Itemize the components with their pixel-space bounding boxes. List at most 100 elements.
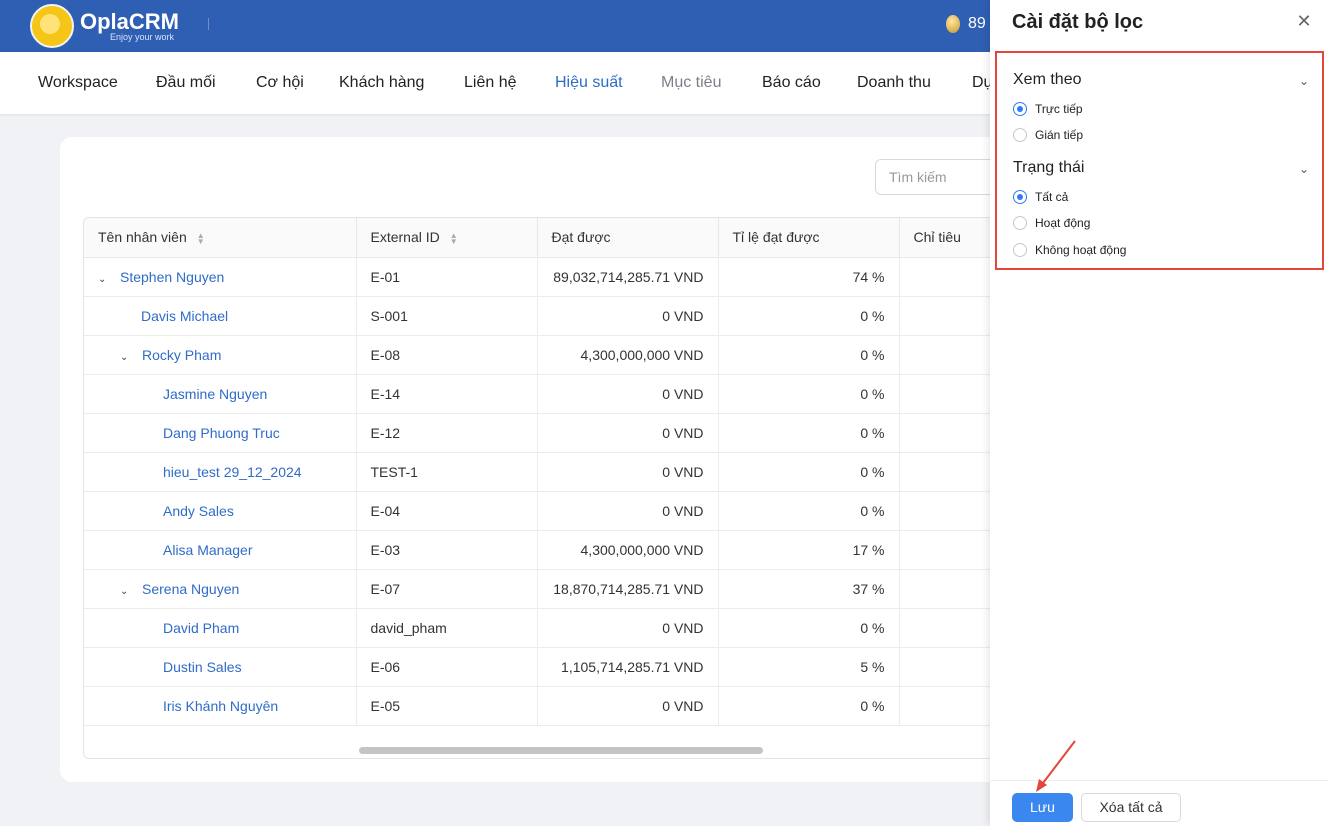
nav-item-revenue[interactable]: Doanh thu — [857, 74, 931, 92]
sort-icon[interactable]: ▲ ▼ — [450, 231, 458, 245]
col-header-rate: Tỉ lệ đạt được — [718, 218, 900, 258]
rate-cell: 0 % — [718, 335, 900, 375]
employee-cell: Dustin Sales — [84, 647, 357, 687]
employee-link[interactable]: Alisa Manager — [163, 542, 253, 558]
horizontal-scrollbar[interactable] — [359, 747, 763, 754]
brand-tagline: Enjoy your work — [110, 32, 175, 42]
sort-icon[interactable]: ▲ ▼ — [197, 231, 205, 245]
table-row: Jasmine Nguyen E-14 0 VND 0 % — [84, 374, 1002, 414]
rate-cell: 0 % — [718, 374, 900, 414]
table-header-row: Tên nhân viên ▲ ▼ External ID ▲ ▼ Đạt được T… — [84, 218, 1002, 258]
rate-cell: 0 % — [718, 491, 900, 531]
rate-cell: 17 % — [718, 530, 900, 570]
col-header-label: Tên nhân viên — [98, 229, 187, 246]
radio-empty-icon — [1013, 216, 1027, 230]
achieved-cell: 4,300,000,000 VND — [537, 530, 719, 570]
employee-cell: Iris Khánh Nguyên — [84, 686, 357, 726]
rate-cell: 0 % — [718, 608, 900, 648]
col-header-label: External ID — [370, 229, 440, 246]
section-view-by-title[interactable]: Xem theo — [1013, 71, 1081, 89]
coin-count: 89 — [968, 15, 986, 32]
employee-link[interactable]: Dang Phuong Truc — [163, 425, 280, 441]
table-row: Iris Khánh Nguyên E-05 0 VND 0 % — [84, 686, 1002, 726]
nav-item-leads[interactable]: Đầu mối — [156, 74, 216, 92]
external-id-cell: E-04 — [356, 491, 538, 531]
achieved-cell: 0 VND — [537, 296, 719, 336]
radio-label: Tất cả — [1035, 190, 1069, 204]
employee-link[interactable]: David Pham — [163, 620, 239, 636]
table-row: ⌄ Serena Nguyen E-07 18,870,714,285.71 VN… — [84, 569, 1002, 609]
external-id-cell: E-14 — [356, 374, 538, 414]
employee-cell: David Pham — [84, 608, 357, 648]
close-icon[interactable]: ✕ — [1296, 12, 1312, 30]
employee-link[interactable]: Stephen Nguyen — [120, 269, 224, 285]
col-header-employee[interactable]: Tên nhân viên ▲ ▼ — [84, 218, 357, 258]
chevron-down-icon[interactable]: ⌄ — [98, 274, 110, 285]
section-status-title[interactable]: Trạng thái — [1013, 159, 1084, 177]
table-row: Davis Michael S-001 0 VND 0 % — [84, 296, 1002, 336]
coin-balance[interactable]: 89 — [946, 15, 986, 33]
save-button[interactable]: Lưu — [1012, 793, 1073, 822]
table-row: ⌄ Stephen Nguyen E-01 89,032,714,285.71 V… — [84, 257, 1002, 297]
employee-link[interactable]: Andy Sales — [163, 503, 234, 519]
performance-card: Tìm kiếm Tên nhân viên ▲ ▼ External ID ▲ ▼ Đ… — [60, 137, 1020, 782]
rate-cell: 0 % — [718, 296, 900, 336]
external-id-cell: E-03 — [356, 530, 538, 570]
nav-item-contacts[interactable]: Liên hệ — [464, 74, 517, 92]
nav-item-customers[interactable]: Khách hàng — [339, 74, 424, 92]
achieved-cell: 0 VND — [537, 374, 719, 414]
chevron-down-icon[interactable]: ⌄ — [120, 586, 132, 597]
col-header-external-id[interactable]: External ID ▲ ▼ — [356, 218, 538, 258]
nav-item-opportunities[interactable]: Cơ hội — [256, 74, 304, 92]
achieved-cell: 0 VND — [537, 491, 719, 531]
target-cell — [899, 413, 1002, 453]
target-cell — [899, 491, 1002, 531]
chevron-down-icon[interactable]: ⌄ — [120, 352, 132, 363]
employee-link[interactable]: Rocky Pham — [142, 347, 221, 363]
target-cell — [899, 296, 1002, 336]
employee-cell: ⌄ Stephen Nguyen — [84, 257, 357, 297]
target-cell — [899, 686, 1002, 726]
target-cell — [899, 374, 1002, 414]
nav-item-reports[interactable]: Báo cáo — [762, 74, 821, 92]
employee-cell: Alisa Manager — [84, 530, 357, 570]
nav-item-performance[interactable]: Hiệu suất — [555, 74, 623, 92]
brand-logo[interactable]: OplaCRM Enjoy your work — [30, 4, 179, 48]
radio-all[interactable]: Tất cả — [1013, 190, 1068, 204]
coin-icon — [946, 15, 960, 33]
clear-all-button[interactable]: Xóa tất cả — [1081, 793, 1181, 822]
radio-label: Gián tiếp — [1035, 128, 1084, 142]
target-cell: 120,000,000 — [899, 257, 1002, 297]
target-cell — [899, 608, 1002, 648]
achieved-cell: 18,870,714,285.71 VND — [537, 569, 719, 609]
table-row: Dustin Sales E-06 1,105,714,285.71 VND 5… — [84, 647, 1002, 687]
nav-item-workspace[interactable]: Workspace — [38, 74, 118, 92]
employee-cell: ⌄ Rocky Pham — [84, 335, 357, 375]
external-id-cell: E-07 — [356, 569, 538, 609]
logo-icon — [30, 4, 74, 48]
radio-direct[interactable]: Trực tiếp — [1013, 102, 1083, 116]
radio-active[interactable]: Hoạt động — [1013, 216, 1090, 230]
target-cell: 20,000,000 — [899, 647, 1002, 687]
employee-link[interactable]: hieu_test 29_12_2024 — [163, 464, 302, 480]
col-header-target: Chỉ tiêu — [899, 218, 1002, 258]
chevron-down-icon[interactable]: ⌄ — [1299, 162, 1309, 176]
nav-item-goals[interactable]: Mục tiêu — [661, 74, 721, 92]
achieved-cell: 0 VND — [537, 686, 719, 726]
performance-table: Tên nhân viên ▲ ▼ External ID ▲ ▼ Đạt được T… — [83, 217, 1003, 759]
employee-cell: Dang Phuong Truc — [84, 413, 357, 453]
radio-indirect[interactable]: Gián tiếp — [1013, 128, 1083, 142]
employee-link[interactable]: Iris Khánh Nguyên — [163, 698, 278, 714]
employee-link[interactable]: Jasmine Nguyen — [163, 386, 267, 402]
employee-link[interactable]: Serena Nguyen — [142, 581, 239, 597]
external-id-cell: E-08 — [356, 335, 538, 375]
radio-selected-icon — [1013, 190, 1027, 204]
achieved-cell: 0 VND — [537, 608, 719, 648]
employee-link[interactable]: Davis Michael — [141, 308, 228, 324]
employee-link[interactable]: Dustin Sales — [163, 659, 242, 675]
chevron-down-icon[interactable]: ⌄ — [1299, 74, 1309, 88]
radio-inactive[interactable]: Không hoạt động — [1013, 243, 1126, 257]
employee-cell: ⌄ Serena Nguyen — [84, 569, 357, 609]
radio-empty-icon — [1013, 128, 1027, 142]
rate-cell: 74 % — [718, 257, 900, 297]
